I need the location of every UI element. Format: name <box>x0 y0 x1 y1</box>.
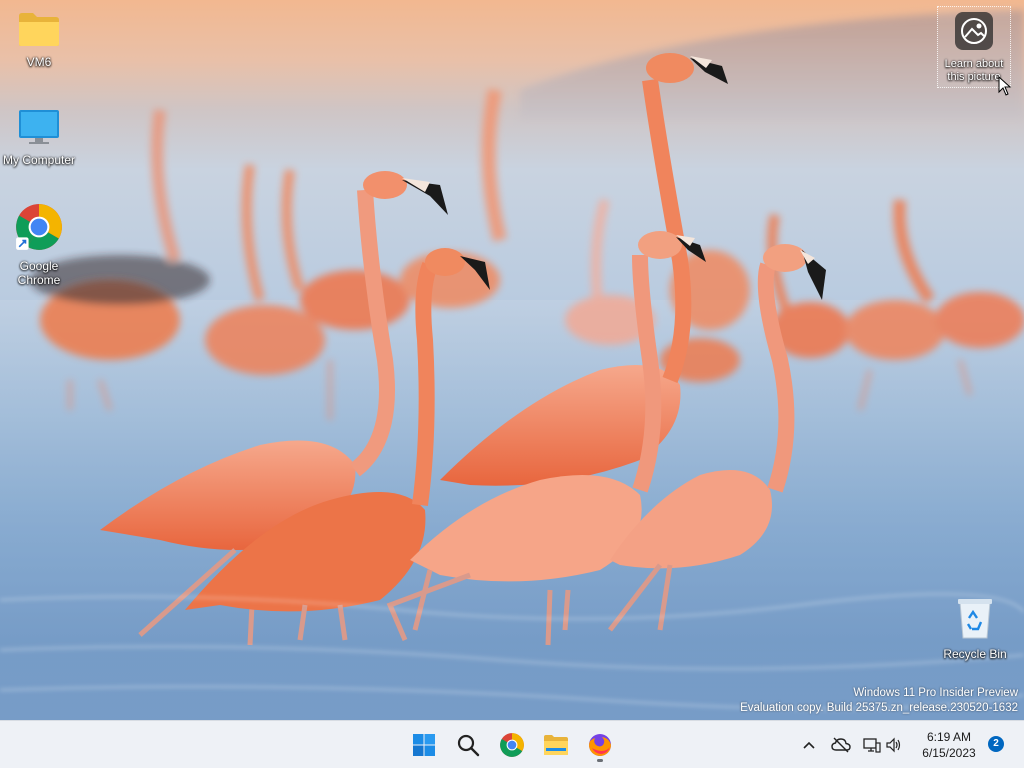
clock-time: 6:19 AM <box>926 730 972 744</box>
recycle-bin-icon <box>936 596 1014 643</box>
learn-about-picture-label: Learn about this picture <box>944 58 1004 83</box>
desktop-icon-google-chrome[interactable]: Google Chrome <box>0 202 78 287</box>
clock-date: 6/15/2023 <box>922 746 976 760</box>
notification-badge[interactable]: 2 <box>988 736 1004 752</box>
taskbar-firefox-button[interactable] <box>582 727 618 763</box>
windows-start-icon <box>413 734 435 756</box>
evaluation-watermark: Windows 11 Pro Insider Preview Evaluatio… <box>740 686 1018 716</box>
desktop-icon-label: VM6 <box>26 55 52 69</box>
taskbar-start-button[interactable] <box>406 727 442 763</box>
camera-icon <box>955 12 993 50</box>
desktop-icon-label: My Computer <box>2 153 76 167</box>
desktop-icon-my-computer[interactable]: My Computer <box>0 108 78 167</box>
volume-icon <box>886 737 901 753</box>
watermark-line-2: Evaluation copy. Build 25375.zn_release.… <box>740 702 1018 714</box>
show-hidden-icons-button[interactable] <box>801 735 817 755</box>
chrome-icon <box>0 202 78 255</box>
desktop[interactable]: VM6 My Computer Google Chrome Recycle Bi… <box>0 0 1024 720</box>
onedrive-status-button[interactable] <box>830 735 852 755</box>
folder-icon <box>0 10 78 51</box>
monitor-icon <box>0 108 78 149</box>
network-volume-button[interactable] <box>862 735 902 755</box>
taskbar-chrome-button[interactable] <box>494 727 530 763</box>
taskbar: 6:19 AM 6/15/2023 <box>0 720 1024 768</box>
network-icon <box>863 738 881 753</box>
desktop-icon-label: Google Chrome <box>17 259 61 287</box>
folder-icon <box>544 735 568 755</box>
search-icon <box>457 734 480 757</box>
desktop-icon-recycle-bin[interactable]: Recycle Bin <box>936 596 1014 661</box>
chrome-icon <box>500 733 524 757</box>
taskbar-search-button[interactable] <box>450 727 486 763</box>
running-indicator <box>597 759 603 762</box>
mouse-cursor-icon <box>998 76 1012 96</box>
cloud-offline-icon <box>831 737 851 753</box>
wallpaper-image <box>0 10 1024 720</box>
firefox-icon <box>589 734 611 756</box>
taskbar-file-explorer-button[interactable] <box>538 727 574 763</box>
desktop-icon-vm6[interactable]: VM6 <box>0 10 78 69</box>
chevron-up-icon <box>803 741 815 749</box>
watermark-line-1: Windows 11 Pro Insider Preview <box>853 687 1018 699</box>
clock-button[interactable]: 6:19 AM 6/15/2023 <box>912 729 986 761</box>
desktop-icon-label: Recycle Bin <box>943 647 1007 661</box>
